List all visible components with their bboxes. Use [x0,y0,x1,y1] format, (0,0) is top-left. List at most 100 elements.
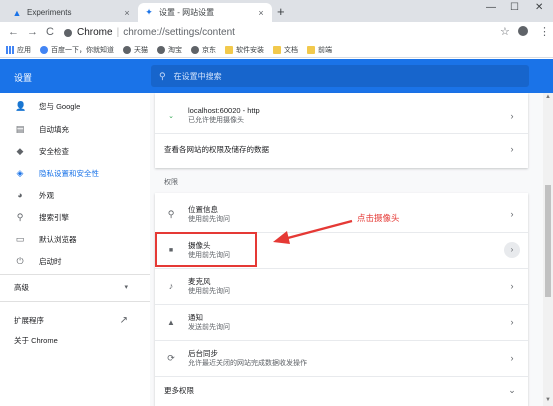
tab-settings[interactable]: ✦ 设置 - 网站设置 × [138,3,272,22]
settings-search-input[interactable]: ⚲ 在设置中搜索 [151,65,529,87]
sidebar-item-you-and-google[interactable]: 👤 您与 Google [0,95,150,117]
apps-icon [6,46,14,54]
sidebar-item-label: 高级 [14,282,29,292]
site-icon: ⌄ [168,112,174,120]
sidebar-item-advanced[interactable]: 高级 ▾ [0,276,150,298]
reload-button[interactable]: C [46,26,54,38]
url-text: chrome://settings/content [123,27,235,38]
star-icon[interactable]: ☆ [500,25,510,38]
chevron-down-icon: ⌄ [508,384,516,395]
permission-title: 后台同步 [188,348,218,358]
view-permissions-row[interactable]: 查看各网站的权限及储存的数据 › [155,134,528,164]
bookmark-folder-frontend[interactable]: 前端 [307,45,332,55]
permission-title: 位置信息 [188,204,218,214]
view-permissions-label: 查看各网站的权限及储存的数据 [164,144,269,154]
forward-button[interactable]: → [27,26,38,38]
bookmark-baidu[interactable]: 百度一下，你就知道 [40,45,114,55]
address-bar[interactable]: Chrome | chrome://settings/content [64,25,536,40]
tab-strip: ▲ Experiments × ✦ 设置 - 网站设置 × + — ☐ ✕ [0,0,553,22]
folder-icon [307,46,315,54]
power-icon: ⏻ [16,255,24,266]
scroll-down-arrow-icon[interactable]: ▼ [545,397,551,403]
maximize-button[interactable]: ☐ [510,2,519,13]
bookmark-folder-software[interactable]: 软件安装 [225,45,264,55]
sidebar-item-label: 自动填充 [39,124,69,134]
sidebar-item-label: 您与 Google [39,101,81,111]
chevron-right-icon: › [510,353,514,363]
bookmark-apps[interactable]: 应用 [6,45,31,55]
sidebar-item-extensions[interactable]: 扩展程序 ↗ [0,309,150,331]
tab-close-icon[interactable]: × [256,8,266,18]
annotation-highlight-box [155,232,257,267]
scrollbar-thumb[interactable] [545,185,551,297]
chevron-down-icon: ▾ [124,284,128,291]
bookmark-folder-docs[interactable]: 文档 [273,45,298,55]
search-icon: ⚲ [16,211,24,222]
close-window-button[interactable]: ✕ [535,2,543,13]
settings-sidebar: 👤 您与 Google ▤ 自动填充 ◆ 安全检查 ◈ 隐私设置和安全性 ◕ 外观 ⚲ 搜索… [0,93,150,406]
permission-row-microphone[interactable]: ♪ 麦克风 使用前先询问 › [155,269,528,303]
bookmark-label: 淘宝 [168,47,182,54]
globe-icon [123,46,131,54]
permission-row-background-sync[interactable]: ⟳ 后台同步 允许最近关闭的网站完成数据收发操作 › [155,341,528,375]
bookmark-label: 京东 [202,47,216,54]
bookmark-jd[interactable]: 京东 [191,45,216,55]
sidebar-item-search-engine[interactable]: ⚲ 搜索引擎 [0,206,150,228]
permission-row-notifications[interactable]: ▲ 通知 发送前先询问 › [155,305,528,339]
bookmark-label: 天猫 [134,47,148,54]
chevron-right-icon: › [510,144,514,154]
sidebar-item-appearance[interactable]: ◕ 外观 [0,184,150,206]
site-card: ⌄ localhost:60020 - http 已允许使用摄像头 › 查看各网… [155,93,528,168]
bookmark-tmall[interactable]: 天猫 [123,45,148,55]
site-row[interactable]: ⌄ localhost:60020 - http 已允许使用摄像头 › [155,99,528,132]
back-button[interactable]: ← [8,26,19,38]
bell-icon: ▲ [167,317,175,327]
browser-icon: ▭ [15,233,25,244]
sidebar-item-label: 搜索引擎 [39,212,69,222]
person-icon: 👤 [15,100,27,111]
sidebar-item-label: 扩展程序 [14,315,44,325]
profile-icon[interactable] [518,26,528,36]
tab-experiments[interactable]: ▲ Experiments × [6,3,138,22]
sidebar-item-autofill[interactable]: ▤ 自动填充 [0,118,150,140]
sidebar-item-label: 安全检查 [39,146,69,156]
chevron-right-icon: › [510,281,514,291]
annotation-text: 点击摄像头 [357,213,400,223]
open-external-icon: ↗ [119,314,128,326]
toolbar: ← → C Chrome | chrome://settings/content… [0,22,553,43]
permission-subtitle: 发送前先询问 [188,323,230,331]
baidu-icon [40,46,48,54]
shield-check-icon: ◆ [16,145,24,156]
bookmark-label: 文档 [284,47,298,54]
site-permission-status: 已允许使用摄像头 [188,117,244,124]
tab-close-icon[interactable]: × [122,8,132,18]
site-origin: localhost:60020 - http [188,106,260,115]
sidebar-item-default-browser[interactable]: ▭ 默认浏览器 [0,228,150,250]
sidebar-item-on-startup[interactable]: ⏻ 启动时 [0,250,150,272]
separator: | [116,27,120,38]
sidebar-item-privacy[interactable]: ◈ 隐私设置和安全性 [0,162,150,184]
chevron-right-icon: › [504,242,520,258]
new-tab-button[interactable]: + [277,4,285,19]
location-icon: ⚲ [167,208,175,219]
sidebar-item-about[interactable]: 关于 Chrome [0,329,150,351]
bookmark-taobao[interactable]: 淘宝 [157,45,182,55]
shield-icon: ◈ [16,167,24,178]
sidebar-item-label: 默认浏览器 [39,234,77,244]
sidebar-item-label: 隐私设置和安全性 [39,168,99,178]
more-permissions-row[interactable]: 更多权限 ⌄ [155,377,528,403]
annotation-arrow-icon [273,219,353,244]
sidebar-item-safety-check[interactable]: ◆ 安全检查 [0,140,150,162]
page-title: 设置 [14,73,33,83]
menu-icon[interactable]: ⋮ [539,25,550,38]
minimize-button[interactable]: — [486,2,496,13]
globe-icon [191,46,199,54]
sidebar-item-label: 关于 Chrome [14,335,58,345]
scroll-up-arrow-icon[interactable]: ▲ [545,94,551,100]
section-label-permissions: 权限 [164,179,178,186]
sidebar-item-label: 外观 [39,190,54,200]
clipboard-icon: ▤ [15,123,25,134]
permission-title: 通知 [188,312,203,322]
sidebar-divider [0,274,150,275]
microphone-icon: ♪ [168,281,174,291]
